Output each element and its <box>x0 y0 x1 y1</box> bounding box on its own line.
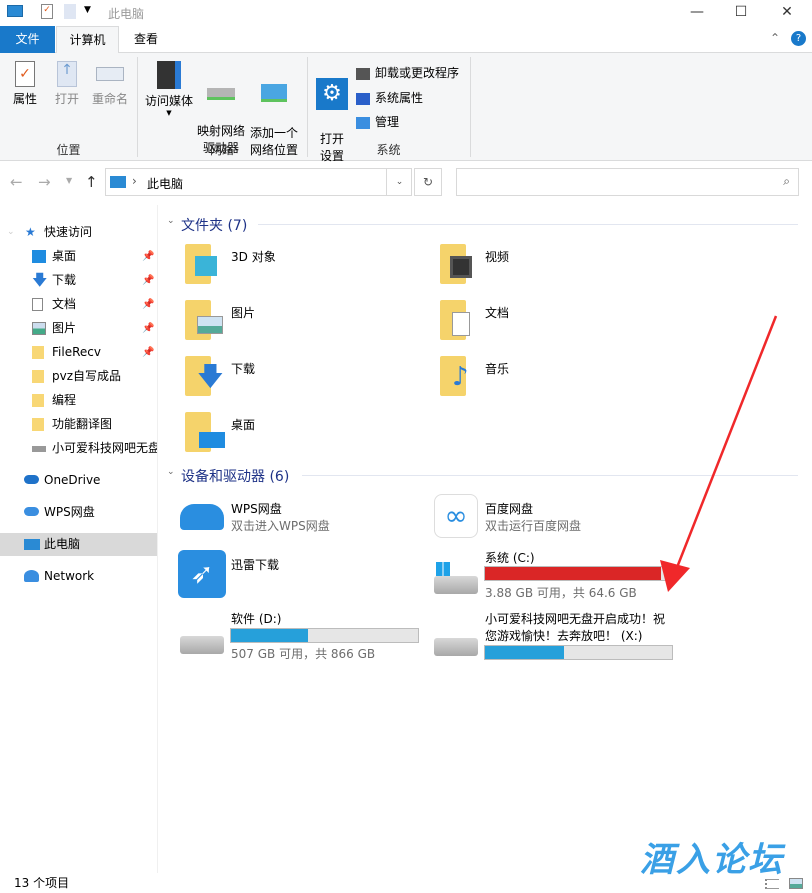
status-bar: 13 个项目 <box>0 874 812 893</box>
item-count: 13 个项目 <box>14 876 70 890</box>
large-icons-view-icon[interactable] <box>789 878 803 889</box>
arrow-head <box>660 560 690 592</box>
details-view-icon[interactable] <box>765 879 779 889</box>
arrow-shaft <box>674 315 778 571</box>
red-arrow-annotation <box>660 315 778 592</box>
